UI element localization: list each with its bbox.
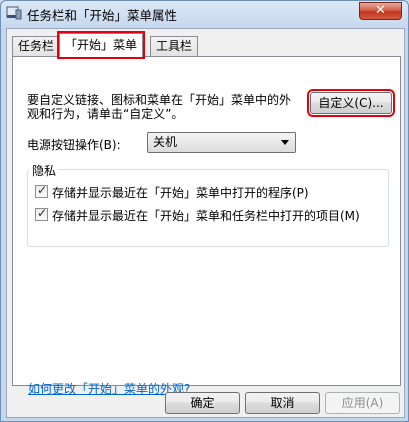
recent-items-label: 存储并显示最近在「开始」菜单和任务栏中打开的项目(M) [52, 209, 360, 223]
start-menu-panel: 要自定义链接、图标和菜单在「开始」菜单中的外观和行为，请单击“自定义”。 自定义… [12, 56, 401, 396]
recent-programs-checkbox[interactable]: ✓ [35, 183, 48, 198]
title-bar[interactable]: 任务栏和「开始」菜单属性 ✕ [1, 1, 408, 27]
tab-toolbars[interactable]: 工具栏 [150, 36, 199, 56]
tab-start-menu[interactable]: 「开始」菜单 [56, 31, 146, 59]
checkmark-icon: ✓ [37, 183, 48, 197]
chevron-down-icon [281, 140, 289, 145]
window-title: 任务栏和「开始」菜单属性 [27, 8, 178, 23]
customize-description: 要自定义链接、图标和菜单在「开始」菜单中的外观和行为，请单击“自定义”。 [27, 93, 292, 121]
power-button-value: 关机 [153, 135, 178, 149]
power-button-label: 电源按钮操作(B): [27, 138, 121, 152]
close-button[interactable]: ✕ [359, 2, 402, 20]
ok-button[interactable]: 确定 [165, 392, 240, 414]
tab-taskbar[interactable]: 任务栏 [12, 36, 61, 56]
apply-button[interactable]: 应用(A) [325, 392, 400, 414]
properties-window: 任务栏和「开始」菜单属性 ✕ 任务栏 「开始」菜单 工具栏 要自定义链接、图标和… [0, 0, 409, 422]
checkmark-icon: ✓ [37, 206, 48, 220]
customize-button[interactable]: 自定义(C)... [307, 89, 395, 117]
close-icon: ✕ [375, 3, 386, 18]
cancel-button[interactable]: 取消 [245, 392, 320, 414]
recent-items-checkbox[interactable]: ✓ [35, 206, 48, 221]
dialog-body: 任务栏 「开始」菜单 工具栏 要自定义链接、图标和菜单在「开始」菜单中的外观和行… [6, 28, 405, 418]
recent-programs-label: 存储并显示最近在「开始」菜单中打开的程序(P) [52, 186, 309, 200]
privacy-title: 隐私 [30, 162, 59, 179]
taskbar-icon [6, 5, 22, 21]
power-button-select[interactable]: 关机 [147, 132, 296, 153]
